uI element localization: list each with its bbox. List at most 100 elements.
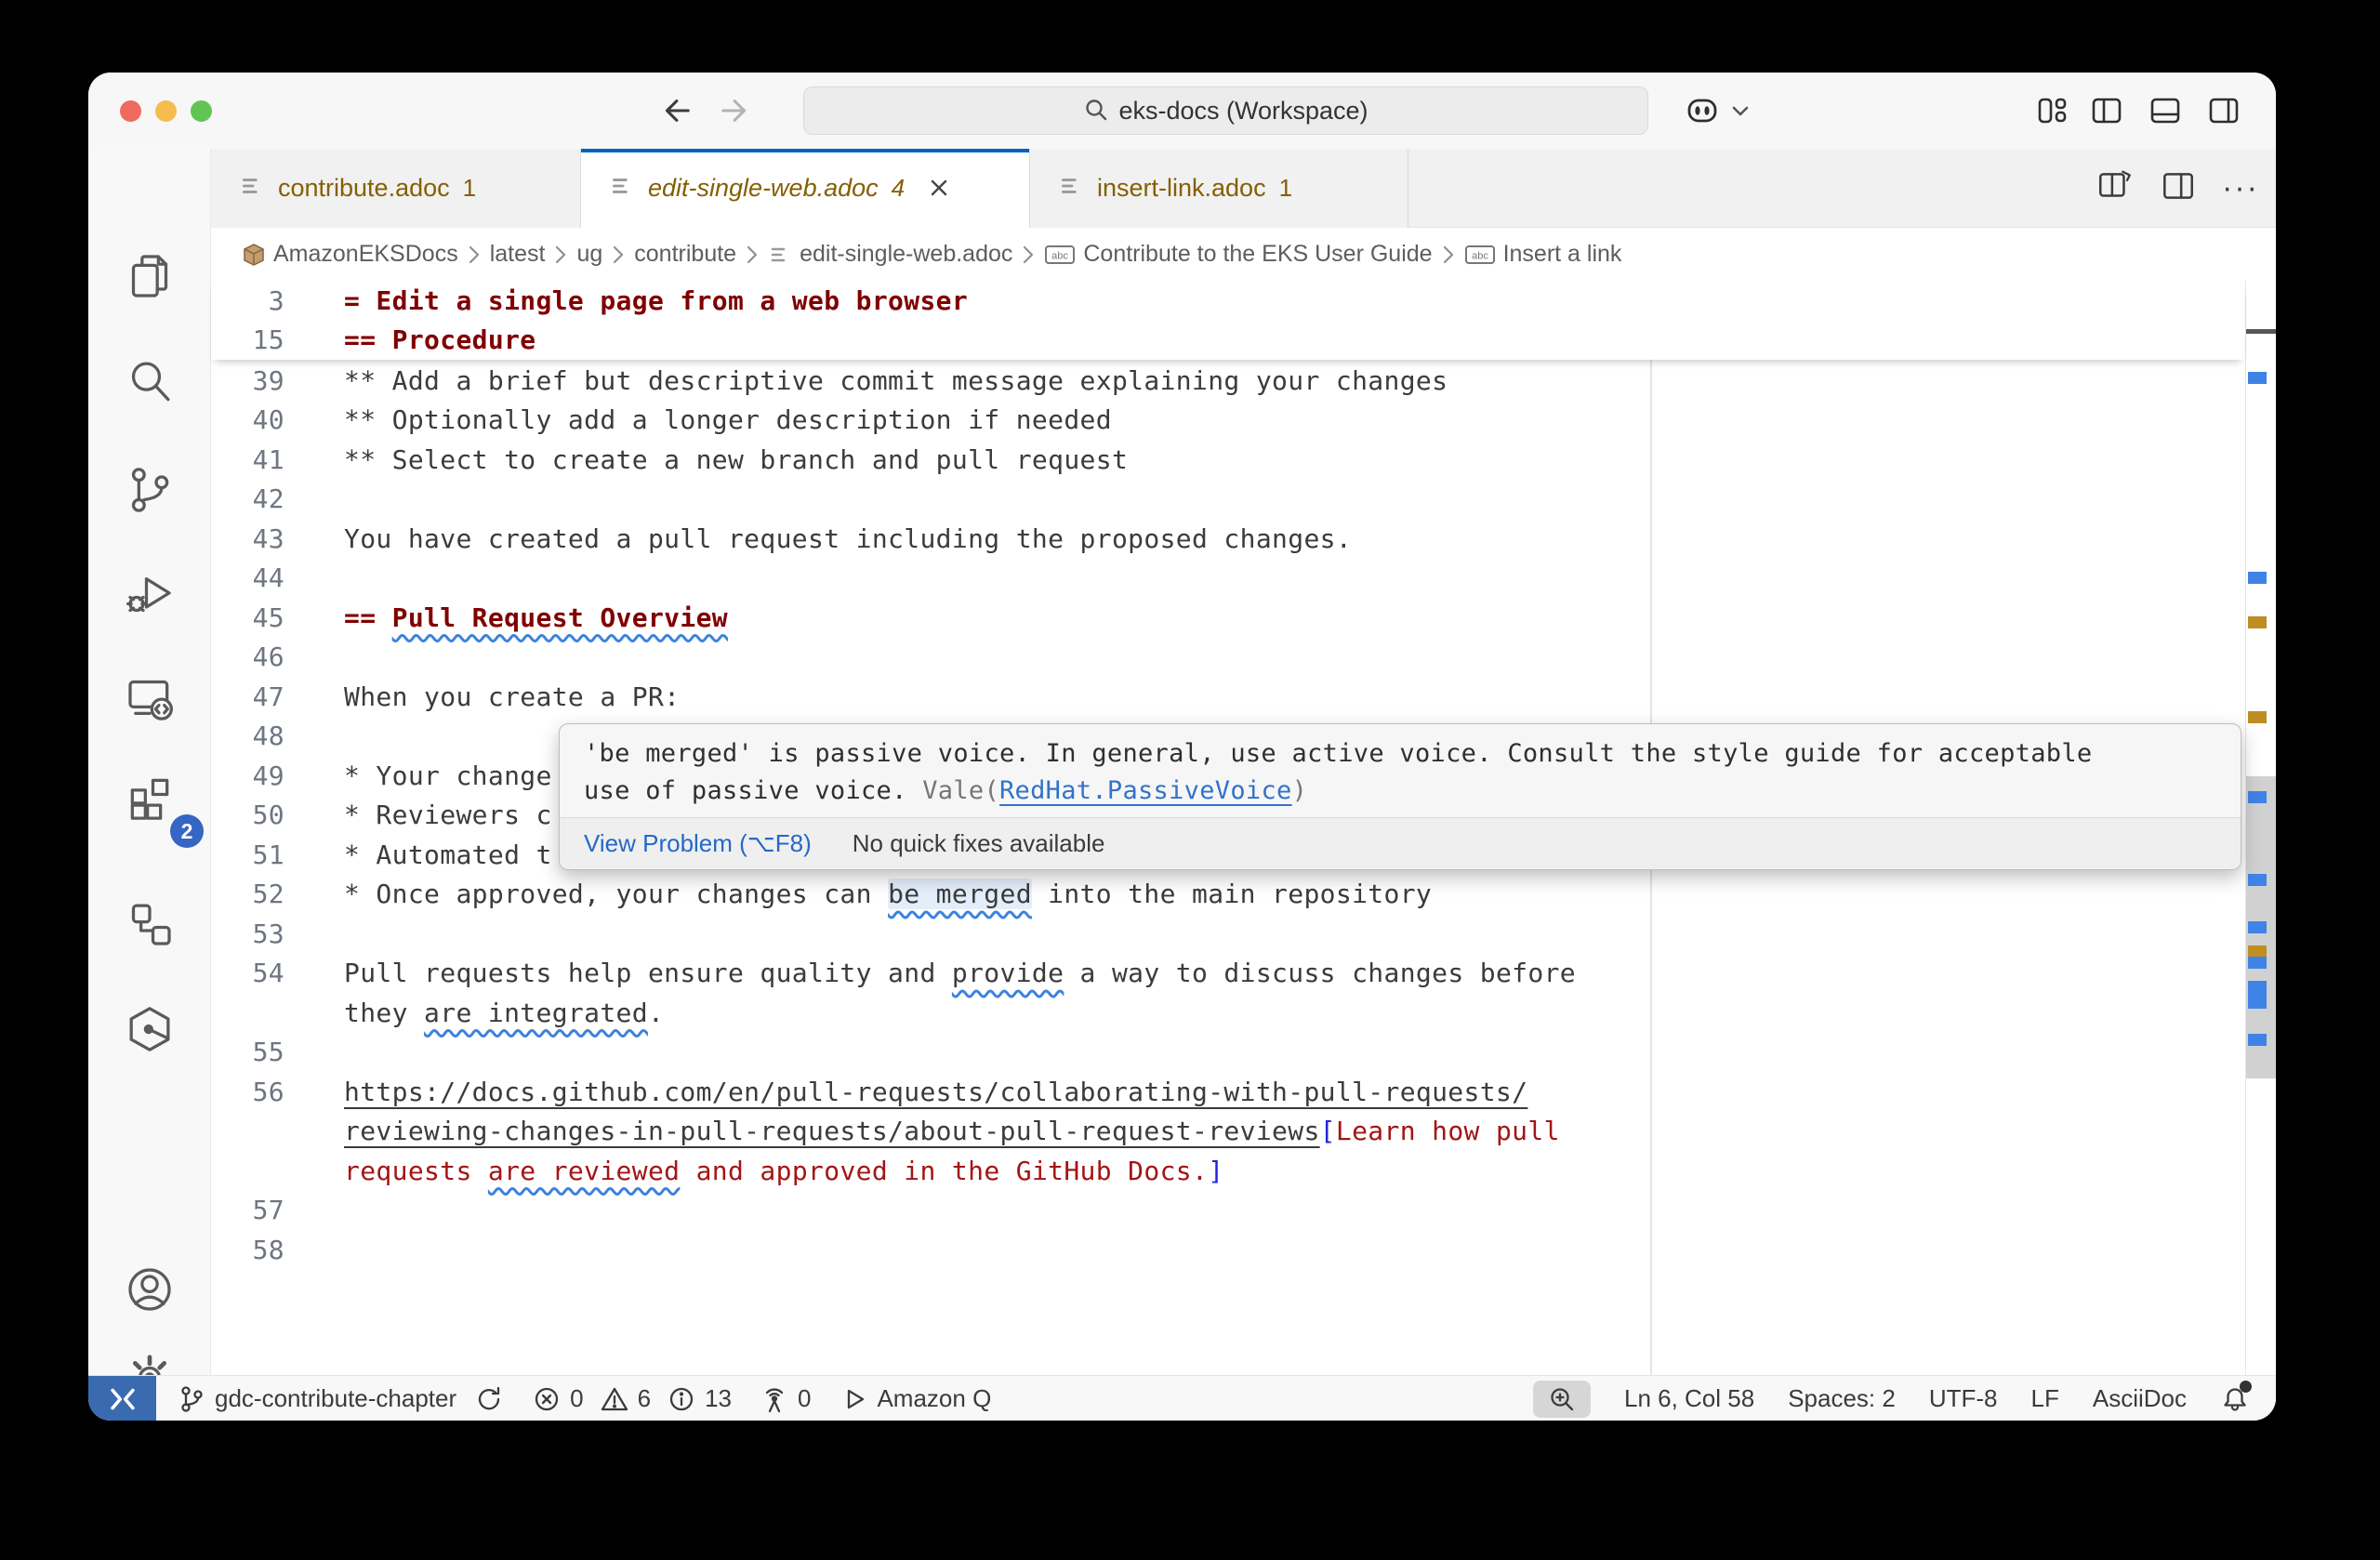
tab-problem-badge: 1	[463, 174, 476, 203]
line-number: 55	[211, 1037, 284, 1067]
code-line: they are integrated.	[211, 993, 2239, 1033]
cursor-position-item[interactable]: Ln 6, Col 58	[1624, 1384, 1754, 1413]
back-arrow-icon[interactable]	[657, 93, 693, 128]
code-line: reviewing-changes-in-pull-requests/about…	[211, 1112, 2239, 1152]
breadcrumb-item[interactable]: latest	[490, 241, 546, 268]
view-problem-link[interactable]: View Problem (⌥F8)	[584, 829, 812, 858]
breadcrumb-item[interactable]: edit-single-web.adoc	[768, 241, 1012, 268]
chevron-down-icon[interactable]	[1730, 104, 1751, 124]
toggle-panel-icon[interactable]	[2147, 92, 2184, 129]
code-segment: a way to discuss changes before	[1064, 958, 1576, 988]
vale-source-suffix: )	[1292, 776, 1308, 805]
code-segment: ** Select to create a new branch and pul…	[344, 444, 1128, 475]
line-number: 57	[211, 1195, 284, 1225]
zoom-window-button[interactable]	[191, 100, 212, 122]
tab-problem-badge: 4	[892, 174, 905, 203]
tab-contribute.adoc[interactable]: contribute.adoc1	[211, 149, 581, 228]
search-sidebar-icon[interactable]	[124, 356, 176, 408]
ruler-info-marker	[2248, 572, 2267, 584]
line-number: 47	[211, 681, 284, 712]
run-debug-icon[interactable]	[124, 568, 176, 620]
notification-dot	[2240, 1381, 2252, 1393]
language-mode-item[interactable]: AsciiDoc	[2093, 1384, 2187, 1413]
eol-item[interactable]: LF	[2031, 1384, 2059, 1413]
hover-actions: View Problem (⌥F8) No quick fixes availa…	[560, 817, 2241, 869]
breadcrumb-item[interactable]: AmazonEKSDocs	[242, 241, 458, 268]
encoding-item[interactable]: UTF-8	[1929, 1384, 1998, 1413]
breadcrumb-item[interactable]: ug	[576, 241, 602, 268]
activity-bar: 2	[88, 149, 211, 1375]
notifications-bell[interactable]	[2220, 1384, 2250, 1414]
symbol-string-icon: abc	[1464, 243, 1496, 267]
no-quick-fixes-text: No quick fixes available	[853, 829, 1105, 858]
tab-insert-link.adoc[interactable]: insert-link.adoc1	[1030, 149, 1408, 228]
copilot-icon[interactable]	[1684, 92, 1721, 129]
line-number: 40	[211, 404, 284, 435]
toggle-secondary-sidebar-icon[interactable]	[2205, 92, 2242, 129]
more-actions-icon[interactable]: ···	[2222, 170, 2259, 206]
overview-ruler[interactable]	[2245, 281, 2276, 1375]
customize-layout-icon[interactable]	[2033, 92, 2070, 129]
remote-explorer-icon[interactable]	[124, 672, 176, 724]
extensions-badge: 2	[170, 814, 204, 848]
code-segment: they	[344, 998, 424, 1028]
code-line: 42	[211, 480, 2239, 520]
close-window-button[interactable]	[120, 100, 141, 122]
code-segment: When you create a PR:	[344, 681, 680, 712]
breadcrumb-chevron-icon	[554, 245, 567, 265]
breadcrumb-item[interactable]: abcContribute to the EKS User Guide	[1044, 241, 1432, 268]
code-line: 53	[211, 914, 2239, 954]
svg-text:abc: abc	[1472, 250, 1488, 261]
search-value: eks-docs (Workspace)	[1118, 97, 1368, 126]
code-segment: reviewing-changes-in-pull-requests/about…	[344, 1116, 1320, 1146]
code-segment: == Procedure	[344, 324, 536, 355]
forward-arrow-icon[interactable]	[719, 93, 754, 128]
tab-edit-single-web.adoc[interactable]: edit-single-web.adoc4	[581, 149, 1030, 228]
amazon-q-icon[interactable]	[124, 1003, 176, 1055]
line-number: 48	[211, 721, 284, 751]
split-editor-icon[interactable]	[2096, 166, 2135, 210]
minimize-window-button[interactable]	[155, 100, 177, 122]
close-icon[interactable]	[925, 174, 953, 202]
code-line: requests are reviewed and approved in th…	[211, 1151, 2239, 1191]
code-segment: are reviewed	[488, 1156, 681, 1186]
code-segment: Learn how pull	[1336, 1116, 1560, 1146]
code-line: 41** Select to create a new branch and p…	[211, 440, 2239, 480]
breadcrumb: AmazonEKSDocs latest ug contribute edit-sing…	[211, 228, 2276, 281]
problems-item[interactable]: 0 6 13	[532, 1384, 732, 1414]
file-list-icon	[239, 173, 265, 204]
status-bar: gdc-contribute-chapter 0 6 13 0 Amazon Q	[88, 1375, 2276, 1421]
code-line: 46	[211, 638, 2239, 678]
breadcrumb-chevron-icon	[1442, 245, 1455, 265]
explorer-icon[interactable]	[124, 250, 176, 302]
sticky-line: 3= Edit a single page from a web browser	[211, 281, 2244, 321]
split-editor-right-icon[interactable]	[2159, 166, 2198, 210]
code-line: 55	[211, 1033, 2239, 1073]
toggle-primary-sidebar-icon[interactable]	[2088, 92, 2125, 129]
branch-icon	[177, 1384, 206, 1414]
source-control-icon[interactable]	[124, 464, 176, 516]
code-segment: and approved in the GitHub Docs.	[680, 1156, 1208, 1186]
indentation-item[interactable]: Spaces: 2	[1788, 1384, 1896, 1413]
zoom-indicator[interactable]	[1533, 1381, 1591, 1418]
breadcrumb-item[interactable]: contribute	[634, 241, 736, 268]
vale-rule-link[interactable]: RedHat.PassiveVoice	[999, 776, 1292, 805]
linked-blocks-icon[interactable]	[124, 898, 176, 950]
ruler-info-marker	[2248, 874, 2267, 886]
accounts-icon[interactable]	[124, 1263, 176, 1315]
code-segment: ==	[344, 602, 392, 633]
code-line: 58	[211, 1230, 2239, 1270]
breadcrumb-item[interactable]: abcInsert a link	[1464, 241, 1622, 268]
amazon-q-item[interactable]: Amazon Q	[839, 1384, 991, 1414]
ruler-warning-marker	[2248, 616, 2267, 628]
extensions-icon[interactable]	[124, 772, 176, 824]
code-segment: are integrated	[424, 998, 648, 1028]
remote-indicator[interactable]	[88, 1376, 156, 1421]
file-list-icon	[1058, 173, 1084, 204]
line-number: 50	[211, 800, 284, 830]
code-segment: be merged	[888, 879, 1032, 909]
command-center-search[interactable]: eks-docs (Workspace)	[803, 86, 1648, 135]
git-branch-item[interactable]: gdc-contribute-chapter	[177, 1384, 504, 1414]
code-line: 40** Optionally add a longer description…	[211, 401, 2239, 441]
ports-item[interactable]: 0	[760, 1384, 811, 1414]
